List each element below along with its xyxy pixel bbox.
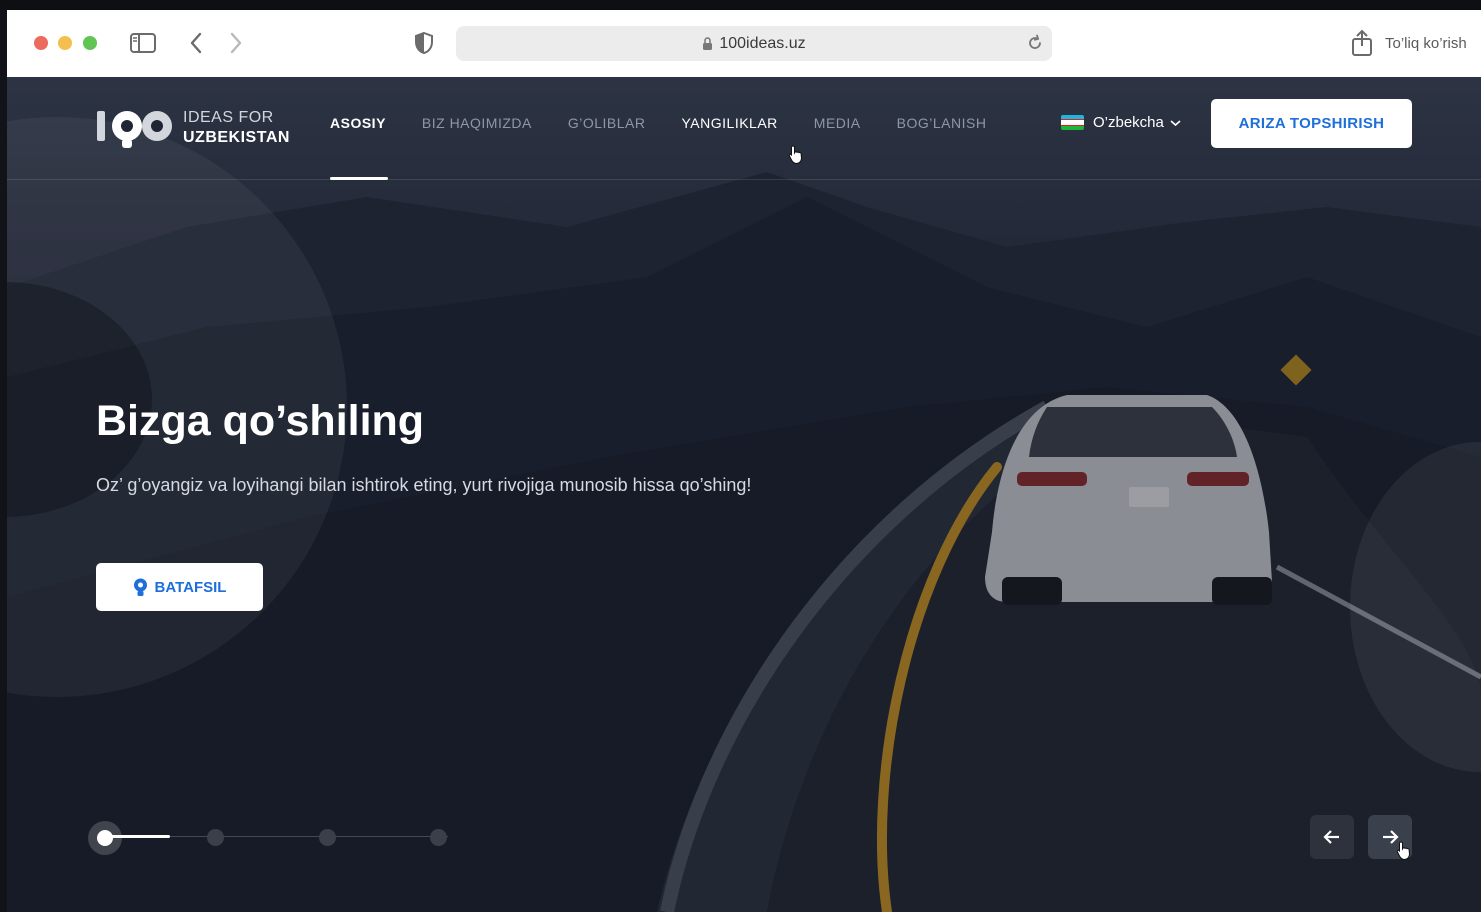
close-window-button[interactable] [34,36,48,50]
nav-item-media[interactable]: MEDIA [814,115,861,147]
lightbulb-icon [133,578,147,596]
web-page: IDEAS FOR UZBEKISTAN ASOSIY BIZ HAQIMIZD… [7,77,1481,912]
nav-item-home[interactable]: ASOSIY [330,115,386,147]
fullscreen-button[interactable]: To’liq ko’rish [1385,35,1467,52]
chevron-down-icon [1170,119,1181,126]
main-nav: ASOSIY BIZ HAQIMIZDA G’OLIBLAR YANGILIKL… [330,115,1022,147]
nav-item-winners[interactable]: G’OLIBLAR [568,115,646,147]
nav-item-about[interactable]: BIZ HAQIMIZDA [422,115,532,147]
logo-line-1: IDEAS FOR [183,109,274,126]
lock-icon [702,36,713,51]
hero-subtitle: Oz’ g’oyangiz va loyihangi bilan ishtiro… [96,475,752,495]
language-label: O’zbekcha [1093,114,1164,131]
more-details-button[interactable]: BATAFSIL [96,563,263,611]
more-details-label: BATAFSIL [154,578,227,596]
minimize-window-button[interactable] [58,36,72,50]
logo-text: IDEAS FOR UZBEKISTAN [183,108,290,148]
zoom-window-button[interactable] [83,36,97,50]
slider-dot-3[interactable] [319,829,336,846]
logo-line-2: UZBEKISTAN [183,129,290,146]
logo-100-mark [95,105,177,151]
browser-window: 100ideas.uz To’liq ko’rish IDEAS FOR UZB… [7,10,1481,912]
address-bar[interactable]: 100ideas.uz [456,26,1052,61]
reload-icon[interactable] [1026,34,1044,57]
privacy-shield-icon[interactable] [413,30,435,56]
browser-toolbar: 100ideas.uz To’liq ko’rish [7,10,1481,77]
hand-cursor-icon [1396,841,1411,861]
share-icon[interactable] [1351,29,1373,62]
slider-dot-2[interactable] [207,829,224,846]
back-arrow-icon[interactable] [185,30,207,56]
hand-cursor-icon [788,145,803,165]
screen-top-strip [0,0,1481,10]
header-divider [7,179,1481,180]
arrow-left-icon [1323,830,1339,844]
uzbekistan-flag-icon [1061,115,1084,130]
language-selector[interactable]: O’zbekcha [1061,114,1181,131]
slider-dot-4[interactable] [430,829,447,846]
hero-title: Bizga qo’shiling [96,397,425,445]
forward-arrow-icon[interactable] [225,30,247,56]
sidebar-toggle-icon[interactable] [130,30,156,56]
slider-prev-button[interactable] [1310,815,1354,859]
site-logo[interactable]: IDEAS FOR UZBEKISTAN [95,105,290,151]
nav-item-news[interactable]: YANGILIKLAR [682,115,778,147]
apply-button[interactable]: ARIZA TOPSHIRISH [1211,99,1412,148]
url-text: 100ideas.uz [719,34,806,52]
nav-item-contact[interactable]: BOG’LANISH [897,115,987,147]
slider-dot-1[interactable] [88,821,122,855]
